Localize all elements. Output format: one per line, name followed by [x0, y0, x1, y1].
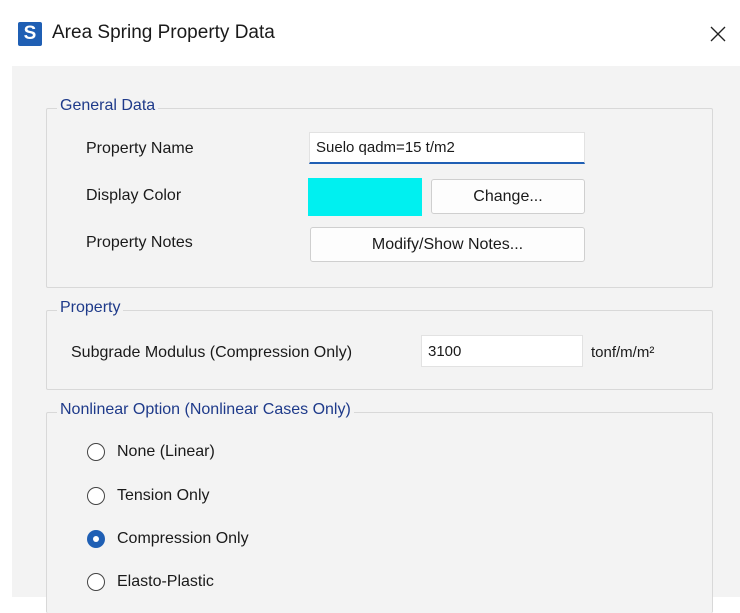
radio-button[interactable] [87, 530, 105, 548]
general-data-title: General Data [57, 97, 159, 115]
dialog-body: General Data Property Name Suelo qadm=15… [12, 66, 740, 613]
radio-button[interactable] [87, 487, 105, 505]
nonlinear-option-title: Nonlinear Option (Nonlinear Cases Only) [57, 401, 354, 419]
radio-label: Elasto-Plastic [117, 573, 214, 590]
property-group: Property Subgrade Modulus (Compression O… [46, 299, 713, 390]
radio-elasto-plastic[interactable]: Elasto-Plastic [87, 573, 214, 591]
property-notes-label: Property Notes [86, 234, 193, 251]
subgrade-unit: tonf/m/m² [591, 344, 655, 361]
general-data-group: General Data Property Name Suelo qadm=15… [46, 97, 713, 288]
display-color-label: Display Color [86, 187, 182, 204]
close-icon [710, 26, 726, 42]
window-title: Area Spring Property Data [52, 22, 275, 43]
app-icon: S [18, 22, 42, 46]
property-name-input[interactable]: Suelo qadm=15 t/m2 [309, 132, 585, 164]
radio-button[interactable] [87, 573, 105, 591]
title-bar: S Area Spring Property Data [0, 0, 740, 66]
radio-button[interactable] [87, 443, 105, 461]
display-color-swatch[interactable] [308, 178, 422, 216]
property-title: Property [57, 299, 124, 317]
radio-tension-only[interactable]: Tension Only [87, 487, 210, 505]
subgrade-modulus-label: Subgrade Modulus (Compression Only) [71, 344, 353, 361]
nonlinear-option-group: Nonlinear Option (Nonlinear Cases Only) … [46, 401, 713, 613]
subgrade-modulus-input[interactable]: 3100 [421, 335, 583, 367]
radio-compression-only[interactable]: Compression Only [87, 530, 249, 548]
radio-none-linear[interactable]: None (Linear) [87, 443, 215, 461]
close-button[interactable] [700, 18, 736, 50]
change-color-button[interactable]: Change... [431, 179, 585, 214]
property-name-label: Property Name [86, 140, 194, 157]
radio-label: Tension Only [117, 487, 210, 504]
radio-label: Compression Only [117, 530, 249, 547]
modify-show-notes-button[interactable]: Modify/Show Notes... [310, 227, 585, 262]
radio-label: None (Linear) [117, 443, 215, 460]
